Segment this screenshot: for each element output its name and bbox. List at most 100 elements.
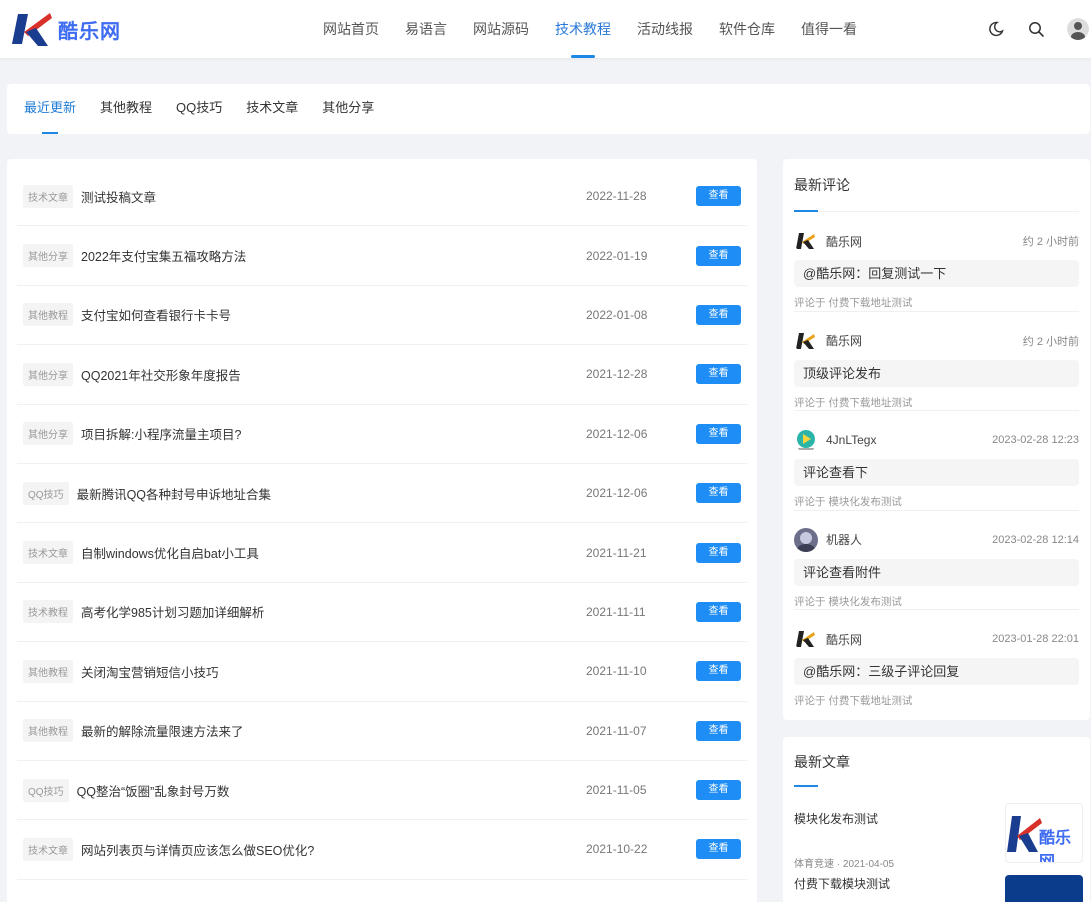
comment-item: 酷乐网 约 2 小时前 顶级评论发布 评论于 付费下载地址测试 [794,312,1079,411]
view-button[interactable]: 查看 [696,780,741,801]
article-date: 2021-12-06 [586,426,648,441]
robot-avatar-icon[interactable] [794,527,818,552]
tab-qq-tips[interactable]: QQ技巧 [164,84,234,134]
article-tag[interactable]: 技术文章 [23,837,73,861]
comment-meta[interactable]: 评论于 付费下载地址测试 [794,693,1079,708]
article-date: 2021-11-11 [586,604,646,619]
moon-icon[interactable] [987,20,1005,38]
view-button[interactable]: 查看 [696,720,741,741]
article-row: 技术文章 自制windows优化自启bat小工具 2021-11-21 查看 [17,523,747,583]
article-title[interactable]: 测试投稿文章 [81,187,586,206]
nav-item-eyuyan[interactable]: 易语言 [392,0,460,58]
tab-other-share[interactable]: 其他分享 [310,84,386,134]
article-date: 2022-11-28 [586,189,647,204]
article-list: 技术文章 测试投稿文章 2022-11-28 查看 其他分享 2022年支付宝集… [7,159,757,902]
article-tag[interactable]: 其他教程 [23,303,73,327]
comment-user[interactable]: 机器人 [826,531,992,548]
nav-item-worth[interactable]: 值得一看 [788,0,870,58]
comment-meta[interactable]: 评论于 付费下载地址测试 [794,395,1079,410]
article-date: 2022-01-19 [586,248,648,263]
article-row: 其他教程 关闭淘宝营销短信小技巧 2021-11-10 查看 [17,642,747,702]
article-title[interactable]: QQ2021年社交形象年度报告 [81,365,586,384]
article-title[interactable]: 关闭淘宝营销短信小技巧 [81,662,586,681]
article-tag[interactable]: QQ技巧 [23,778,69,802]
tab-tech-articles[interactable]: 技术文章 [234,84,310,134]
post-thumbnail[interactable]: 酷乐网 [1005,803,1083,863]
view-button[interactable]: 查看 [696,601,741,622]
view-button[interactable]: 查看 [696,542,741,563]
article-title[interactable]: 网站列表页与详情页应该怎么做SEO优化? [81,840,586,859]
main-nav: 网站首页 易语言 网站源码 技术教程 活动线报 软件仓库 值得一看 [310,0,870,58]
article-row: 技术文章 测试投稿文章 2022-11-28 查看 [17,167,747,227]
view-button[interactable]: 查看 [696,839,741,860]
view-button[interactable]: 查看 [696,661,741,682]
nav-item-software[interactable]: 软件仓库 [706,0,788,58]
post-meta: 体育竞速 · 2021-04-05 [794,859,895,870]
comment-content[interactable]: @酷乐网：回复测试一下 [794,260,1079,287]
article-title[interactable]: 自制windows优化自启bat小工具 [81,543,586,562]
nav-item-source[interactable]: 网站源码 [460,0,542,58]
post-thumbnail[interactable] [1005,875,1083,902]
comment-content[interactable]: 评论查看附件 [794,558,1079,586]
latest-comments: 最新评论 酷乐网 约 2 小时前 @酷乐网：回复测试一下 评论于 付费下载地址测… [783,159,1090,720]
header-tools [987,0,1091,58]
nav-item-home[interactable]: 网站首页 [310,0,392,58]
tab-latest[interactable]: 最近更新 [12,84,88,134]
article-date: 2021-12-06 [586,486,648,501]
comment-content[interactable]: @酷乐网：三级子评论回复 [794,658,1079,685]
article-title[interactable]: QQ整治“饭圈”乱象封号万数 [77,781,586,800]
article-tag[interactable]: 其他教程 [23,659,73,683]
article-tag[interactable]: 技术文章 [23,184,73,208]
view-button[interactable]: 查看 [696,364,741,385]
view-button[interactable]: 查看 [696,245,741,266]
tab-other-tutorials[interactable]: 其他教程 [88,84,164,134]
comment-meta[interactable]: 评论于 模块化发布测试 [794,594,1079,609]
comment-time: 约 2 小时前 [1022,236,1079,248]
play-avatar-icon[interactable] [794,428,818,452]
article-row: 其他教程 支付宝如何查看银行卡卡号 2022-01-08 查看 [17,286,747,346]
article-title[interactable]: 2022年支付宝集五福攻略方法 [81,246,586,265]
comment-item: 4JnLTegx 2023-02-28 12:23 评论查看下 评论于 模块化发… [794,411,1079,511]
comment-user[interactable]: 酷乐网 [826,233,1023,250]
article-date: 2021-11-10 [586,664,647,679]
view-button[interactable]: 查看 [696,186,741,207]
view-button[interactable]: 查看 [696,304,741,325]
article-row: 其他教程 最新的解除流量限速方法来了 2021-11-07 查看 [17,702,747,761]
article-date: 2022-01-08 [586,307,648,322]
article-title[interactable]: 高考化学985计划习题加详细解析 [81,602,586,621]
article-tag[interactable]: QQ技巧 [23,481,69,505]
comment-content[interactable]: 顶级评论发布 [794,359,1079,387]
user-avatar[interactable] [1067,18,1089,40]
site-logo-avatar-icon[interactable] [794,229,818,253]
post-item: 付费下载模块测试 [794,875,1083,902]
comment-content[interactable]: 评论查看下 [794,459,1079,486]
article-tag[interactable]: 技术教程 [23,600,73,624]
article-date: 2021-11-07 [586,723,647,738]
article-title[interactable]: 最新的解除流量限速方法来了 [81,721,586,740]
article-title[interactable]: 最新腾讯QQ各种封号申诉地址合集 [77,484,586,503]
comment-user[interactable]: 4JnLTegx [826,433,992,447]
comment-item: 机器人 2023-02-28 12:14 评论查看附件 评论于 模块化发布测试 [794,511,1079,610]
comment-user[interactable]: 酷乐网 [826,332,1023,349]
site-logo-avatar-icon[interactable] [794,328,818,353]
site-logo[interactable]: 酷乐网 [10,10,121,48]
view-button[interactable]: 查看 [696,423,741,444]
article-title[interactable]: 支付宝如何查看银行卡卡号 [81,305,586,324]
comment-user[interactable]: 酷乐网 [826,631,992,648]
search-icon[interactable] [1027,20,1045,38]
comment-meta[interactable]: 评论于 付费下载地址测试 [794,295,1079,310]
article-title[interactable]: 项目拆解:小程序流量主项目? [81,424,586,443]
article-tag[interactable]: 其他分享 [23,362,73,386]
article-tag[interactable]: 技术文章 [23,541,73,565]
post-item: 模块化发布测试 体育竞速 · 2021-04-05 酷乐网 [794,803,1083,875]
comment-time: 2023-01-28 22:01 [992,633,1079,645]
comment-item: 酷乐网 约 2 小时前 @酷乐网：回复测试一下 评论于 付费下载地址测试 [794,212,1079,312]
view-button[interactable]: 查看 [696,483,741,504]
comment-meta[interactable]: 评论于 模块化发布测试 [794,494,1079,509]
article-tag[interactable]: 其他分享 [23,244,73,268]
article-tag[interactable]: 其他教程 [23,719,73,743]
nav-item-tutorials[interactable]: 技术教程 [542,0,624,58]
article-tag[interactable]: 其他分享 [23,422,73,446]
site-logo-avatar-icon[interactable] [794,627,818,651]
nav-item-deals[interactable]: 活动线报 [624,0,706,58]
